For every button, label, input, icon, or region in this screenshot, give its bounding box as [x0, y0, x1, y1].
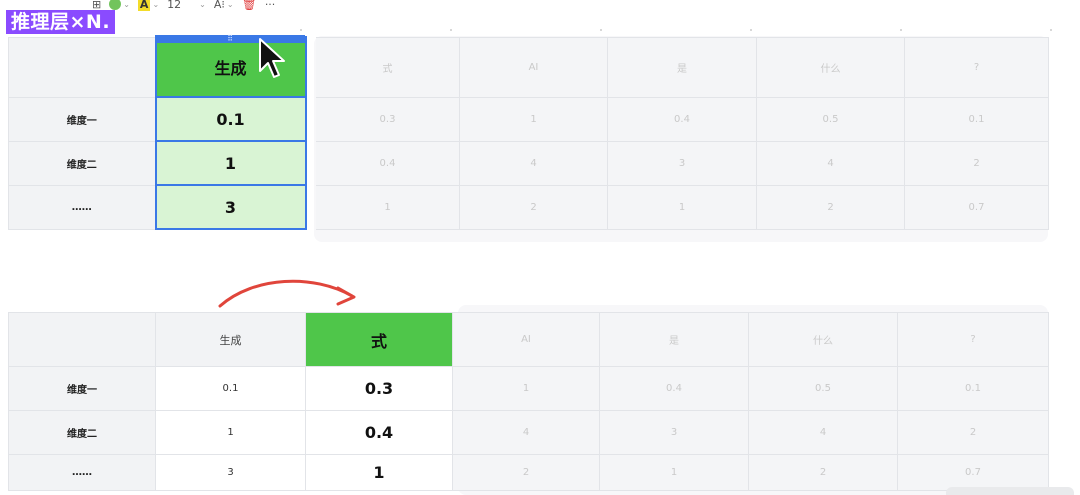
corner-overlay — [946, 487, 1074, 495]
font-size-value: 12 — [167, 0, 182, 11]
table-cell[interactable]: 2 — [756, 184, 905, 230]
chevron-down-icon: ⌄ — [123, 0, 130, 9]
table-cell[interactable]: 0.4 — [607, 96, 757, 142]
layout-icon[interactable]: ⊞ — [92, 0, 101, 11]
table-cell[interactable]: 3 — [155, 454, 306, 491]
chevron-down-icon: ⌄ — [152, 0, 160, 9]
column-header[interactable]: 生成 — [155, 312, 306, 367]
table-header-row: 生成 式 AI 是 什么 ? — [8, 312, 1049, 367]
transition-arrow-icon — [218, 279, 356, 308]
guide-dots — [300, 29, 1060, 33]
column-header[interactable]: 是 — [607, 36, 757, 98]
highlight-column-header[interactable]: 式 — [305, 312, 453, 367]
corner-cell — [8, 312, 156, 367]
table-cell[interactable]: 1 — [607, 184, 757, 230]
text-style-icon: A⁝ — [213, 0, 225, 11]
column-header[interactable]: ? — [904, 36, 1049, 98]
table-cell[interactable]: 1 — [452, 366, 600, 411]
chevron-down-icon: ⌄ — [199, 0, 206, 9]
format-toolbar: ⊞ ⌄ A ⌄ 12 ⌄ A⁝ ⌄ 🗑 ··· — [92, 0, 360, 14]
table-cell[interactable]: 0.1 — [904, 96, 1049, 142]
table-row: 维度二 1 0.4 4 3 4 2 — [8, 410, 1049, 455]
font-size-select[interactable]: 12 ⌄ — [167, 0, 206, 11]
color-swatch-icon — [109, 0, 122, 10]
spacer-cell — [306, 185, 316, 229]
table-cell[interactable]: 1 — [459, 96, 608, 142]
page-title: 推理层×N. — [6, 10, 116, 34]
row-label: …… — [8, 184, 156, 230]
fill-color-button[interactable]: ⌄ — [109, 0, 130, 10]
row-label: 维度二 — [8, 410, 156, 455]
table-row: 维度一 0.1 0.3 1 0.4 0.5 0.1 — [8, 96, 1049, 142]
highlight-cell[interactable]: 0.4 — [305, 410, 453, 455]
table-row: 维度二 1 0.4 4 3 4 2 — [8, 140, 1049, 186]
mouse-cursor-icon — [259, 38, 285, 78]
chevron-down-icon: ⌄ — [226, 0, 234, 9]
active-cell[interactable]: 0.1 — [154, 96, 307, 142]
column-header[interactable]: AI — [459, 36, 608, 98]
spacer-cell — [306, 141, 316, 185]
table-cell[interactable]: 0.1 — [897, 366, 1049, 411]
table-cell[interactable]: 0.5 — [756, 96, 905, 142]
table-cell[interactable]: 2 — [904, 140, 1049, 186]
row-label: …… — [8, 454, 156, 491]
spacer-cell — [306, 97, 316, 141]
active-cell[interactable]: 1 — [154, 140, 307, 186]
highlight-cell[interactable]: 1 — [305, 454, 453, 491]
top-table: 生成 式 AI 是 什么 ? 维度一 0.1 0.3 1 0.4 0.5 0.1… — [8, 36, 1049, 230]
table-cell[interactable]: 2 — [452, 454, 600, 491]
highlight-icon: A — [137, 0, 151, 11]
table-cell[interactable]: 3 — [607, 140, 757, 186]
table-row: 维度一 0.1 0.3 1 0.4 0.5 0.1 — [8, 366, 1049, 411]
table-cell[interactable]: 2 — [748, 454, 898, 491]
table-cell[interactable]: 0.4 — [599, 366, 749, 411]
table-header-row: 生成 式 AI 是 什么 ? — [8, 36, 1049, 98]
spacer-cell — [306, 37, 316, 97]
table-cell[interactable]: 0.1 — [155, 366, 306, 411]
table-cell[interactable]: 0.5 — [748, 366, 898, 411]
table-cell[interactable]: 0.7 — [897, 454, 1049, 491]
table-row: …… 3 1 2 1 2 0.7 — [8, 454, 1049, 491]
table-cell[interactable]: 0.3 — [315, 96, 460, 142]
column-header[interactable]: 什么 — [756, 36, 905, 98]
column-header[interactable]: 是 — [599, 312, 749, 367]
row-label: 维度一 — [8, 96, 156, 142]
table-cell[interactable]: 1 — [599, 454, 749, 491]
table-cell[interactable]: 1 — [155, 410, 306, 455]
table-cell[interactable]: 0.7 — [904, 184, 1049, 230]
active-cell[interactable]: 3 — [154, 184, 307, 230]
table-cell[interactable]: 4 — [452, 410, 600, 455]
column-header[interactable]: 式 — [315, 36, 460, 98]
table-cell[interactable]: 3 — [599, 410, 749, 455]
column-header[interactable]: AI — [452, 312, 600, 367]
highlight-cell[interactable]: 0.3 — [305, 366, 453, 411]
delete-icon[interactable]: 🗑 — [242, 0, 257, 11]
table-cell[interactable]: 4 — [748, 410, 898, 455]
more-button[interactable]: ··· — [265, 0, 276, 11]
table-cell[interactable]: 4 — [756, 140, 905, 186]
column-header[interactable]: ? — [897, 312, 1049, 367]
bottom-table: 生成 式 AI 是 什么 ? 维度一 0.1 0.3 1 0.4 0.5 0.1… — [8, 312, 1049, 491]
table-row: …… 3 1 2 1 2 0.7 — [8, 184, 1049, 230]
table-cell[interactable]: 0.4 — [315, 140, 460, 186]
corner-cell — [8, 36, 156, 98]
table-cell[interactable]: 2 — [897, 410, 1049, 455]
table-cell[interactable]: 4 — [459, 140, 608, 186]
text-style-button[interactable]: A⁝ ⌄ — [214, 0, 234, 11]
text-highlight-button[interactable]: A ⌄ — [137, 0, 160, 11]
row-label: 维度一 — [8, 366, 156, 411]
column-header[interactable]: 什么 — [748, 312, 898, 367]
row-label: 维度二 — [8, 140, 156, 186]
table-cell[interactable]: 1 — [315, 184, 460, 230]
table-cell[interactable]: 2 — [459, 184, 608, 230]
